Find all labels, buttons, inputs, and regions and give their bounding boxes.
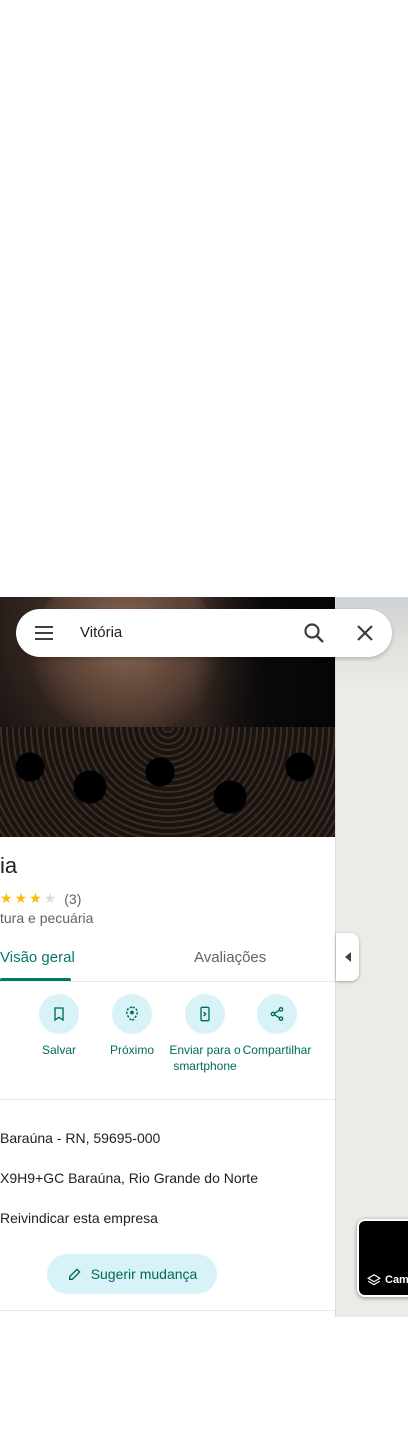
star-icon: ★ xyxy=(0,890,13,906)
tab-overview[interactable]: Visão geral xyxy=(0,949,75,966)
tab-bar: Visão geral Avaliações xyxy=(0,937,335,982)
place-panel: ia ★ ★ ★ ★ (3) tura e pecuária Visão ger… xyxy=(0,597,336,1317)
layers-button[interactable]: Cam xyxy=(357,1219,408,1297)
divider xyxy=(0,1310,335,1311)
suggest-edit-label: Sugerir mudança xyxy=(90,1266,198,1282)
menu-icon[interactable] xyxy=(32,621,56,645)
bookmark-icon xyxy=(39,994,79,1034)
action-buttons: s Salvar Próximo Enviar para o smartphon… xyxy=(0,994,335,1100)
search-icon[interactable] xyxy=(302,621,326,645)
nearby-icon xyxy=(112,994,152,1034)
save-button[interactable]: Salvar xyxy=(19,994,99,1058)
directions-button[interactable]: s xyxy=(0,994,19,1058)
action-label: s xyxy=(0,1042,19,1058)
screen: ia ★ ★ ★ ★ (3) tura e pecuária Visão ger… xyxy=(0,0,408,1434)
action-label: Enviar para o smartphone xyxy=(169,1043,241,1073)
share-icon xyxy=(257,994,297,1034)
star-empty-icon: ★ xyxy=(43,890,57,906)
place-title: ia xyxy=(0,853,18,878)
pencil-icon xyxy=(68,1268,81,1280)
layers-label: Cam xyxy=(367,1273,408,1287)
plus-code-row[interactable]: X9H9+GC Baraúna, Rio Grande do Norte xyxy=(0,1170,258,1186)
rating-count[interactable]: (3) xyxy=(64,891,81,907)
caret-left-icon xyxy=(344,952,351,962)
suggest-edit-button[interactable]: Sugerir mudança xyxy=(47,1254,217,1294)
search-box[interactable]: Vitória xyxy=(16,609,392,657)
close-icon[interactable] xyxy=(353,621,377,645)
action-label: Próximo xyxy=(109,1043,154,1057)
claim-business-row[interactable]: Reivindicar esta empresa xyxy=(0,1210,158,1226)
tab-reviews[interactable]: Avaliações xyxy=(194,949,266,966)
send-to-phone-button[interactable]: Enviar para o smartphone xyxy=(165,994,245,1074)
collapse-panel-button[interactable] xyxy=(336,933,359,981)
rating-row[interactable]: ★ ★ ★ ★ (3) xyxy=(0,890,81,907)
layers-icon xyxy=(367,1274,381,1286)
search-input[interactable]: Vitória xyxy=(80,624,122,641)
share-button[interactable]: Compartilhar xyxy=(237,994,317,1058)
address-row[interactable]: Baraúna - RN, 59695-000 xyxy=(0,1130,160,1146)
active-tab-indicator xyxy=(0,978,71,981)
star-icon: ★ xyxy=(29,890,42,906)
star-icon: ★ xyxy=(14,890,28,906)
action-label: Compartilhar xyxy=(242,1043,312,1057)
place-category[interactable]: tura e pecuária xyxy=(0,910,93,926)
nearby-button[interactable]: Próximo xyxy=(92,994,172,1058)
send-to-phone-icon xyxy=(185,994,225,1034)
action-label: Salvar xyxy=(41,1043,76,1057)
